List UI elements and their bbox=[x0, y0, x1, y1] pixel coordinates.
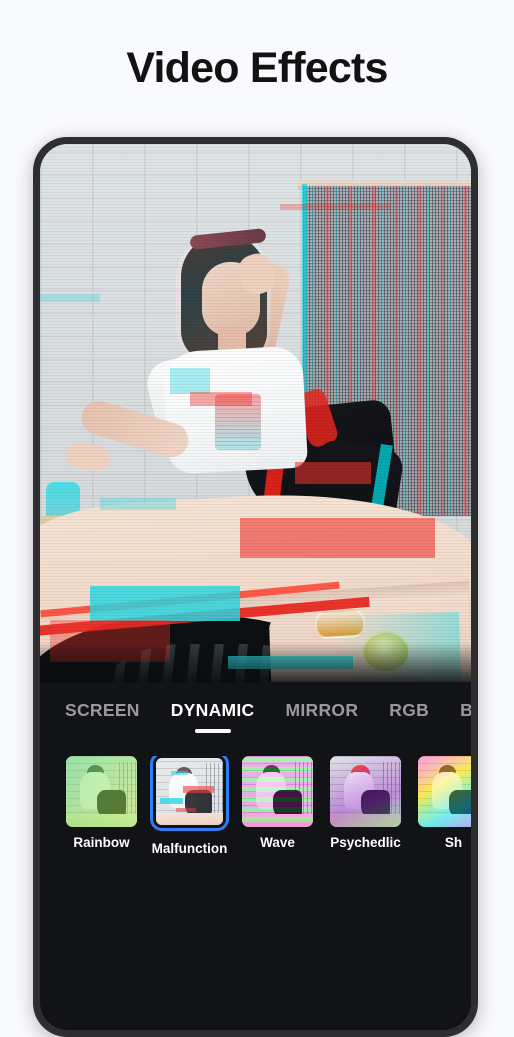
thumb-tint-overlay bbox=[66, 756, 137, 827]
glitch-bar-cyan-5 bbox=[40, 294, 100, 302]
tab-rgb[interactable]: RGB bbox=[389, 682, 429, 721]
effect-label: Rainbow bbox=[73, 835, 129, 850]
thumb-glitch-red-2 bbox=[176, 808, 196, 812]
effect-category-tabs[interactable]: SCREEN DYNAMIC MIRROR RGB BENDING bbox=[40, 682, 471, 744]
tab-mirror[interactable]: MIRROR bbox=[286, 682, 359, 721]
tab-active-indicator bbox=[195, 729, 231, 733]
tab-screen[interactable]: SCREEN bbox=[65, 682, 140, 721]
tab-label: DYNAMIC bbox=[171, 700, 255, 720]
effect-thumbnail-wrap bbox=[242, 756, 313, 827]
glitch-bar-cyan-2 bbox=[228, 656, 353, 669]
effect-label: Sh bbox=[445, 835, 462, 850]
effect-label: Psychedlic bbox=[330, 835, 401, 850]
thumb-scene bbox=[66, 756, 137, 827]
thumb-glitch-cyan-2 bbox=[171, 771, 188, 775]
glitch-bar-red-1 bbox=[295, 462, 371, 484]
glitch-bar-red-3 bbox=[50, 620, 170, 662]
thumb-scene bbox=[418, 756, 471, 827]
thumb-scene bbox=[242, 756, 313, 827]
thumb-scene bbox=[330, 756, 401, 827]
thumb-tint-rainbow-overlay bbox=[418, 756, 471, 827]
tab-dynamic[interactable]: DYNAMIC bbox=[171, 682, 255, 721]
glitch-bar-red-5 bbox=[280, 204, 390, 210]
effects-strip[interactable]: Rainbow bbox=[40, 756, 471, 896]
glitch-bar-red-4 bbox=[190, 392, 252, 406]
tab-label: BENDING bbox=[460, 700, 471, 720]
effect-item-partial[interactable]: Sh bbox=[418, 756, 471, 850]
bumper-cyan-shift bbox=[339, 612, 461, 682]
preview-scene bbox=[40, 144, 471, 682]
promo-screenshot: Video Effects bbox=[0, 0, 514, 1000]
page-title: Video Effects bbox=[0, 44, 514, 93]
effects-scroll-container[interactable]: Rainbow bbox=[40, 756, 471, 856]
video-preview[interactable] bbox=[40, 144, 471, 682]
tabs-scroll-container[interactable]: SCREEN DYNAMIC MIRROR RGB BENDING bbox=[40, 682, 471, 721]
effect-thumbnail-wrap bbox=[66, 756, 137, 827]
effect-thumbnail-partial bbox=[418, 756, 471, 827]
phone-mockup: SCREEN DYNAMIC MIRROR RGB BENDING bbox=[33, 137, 478, 1037]
thumb-scene bbox=[156, 758, 223, 825]
tab-bending[interactable]: BENDING bbox=[460, 682, 471, 721]
glitch-bar-cyan-1 bbox=[90, 586, 240, 621]
effect-item-rainbow[interactable]: Rainbow bbox=[66, 756, 137, 850]
thumb-tint-psy bbox=[330, 756, 401, 827]
effect-item-wave[interactable]: Wave bbox=[242, 756, 313, 850]
effect-thumbnail-wave bbox=[242, 756, 313, 827]
effect-thumbnail-wrap bbox=[330, 756, 401, 827]
effect-thumbnail-psychedlic bbox=[330, 756, 401, 827]
phone-screen: SCREEN DYNAMIC MIRROR RGB BENDING bbox=[40, 144, 471, 1030]
thumb-glitch-red bbox=[183, 786, 214, 793]
effect-thumbnail-rainbow bbox=[66, 756, 137, 827]
effect-thumbnail-malfunction bbox=[156, 758, 223, 825]
thumb-glitch-cyan bbox=[160, 798, 183, 803]
effect-label: Wave bbox=[260, 835, 295, 850]
tab-label: MIRROR bbox=[286, 700, 359, 720]
thumb-tint-wave-overlay bbox=[242, 756, 313, 827]
tab-label: SCREEN bbox=[65, 700, 140, 720]
effect-label: Malfunction bbox=[152, 841, 228, 856]
glitch-bar-cyan-4 bbox=[100, 498, 176, 510]
tab-label: RGB bbox=[389, 700, 429, 720]
supporting-hand bbox=[64, 440, 112, 473]
effect-thumbnail-wrap bbox=[418, 756, 471, 827]
glitch-bar-cyan-3 bbox=[170, 368, 210, 394]
glitch-bar-red-2 bbox=[240, 518, 435, 558]
effect-thumbnail-wrap-selected bbox=[150, 756, 229, 831]
effect-item-malfunction[interactable]: Malfunction bbox=[154, 756, 225, 856]
effect-item-psychedlic[interactable]: Psychedlic bbox=[330, 756, 401, 850]
